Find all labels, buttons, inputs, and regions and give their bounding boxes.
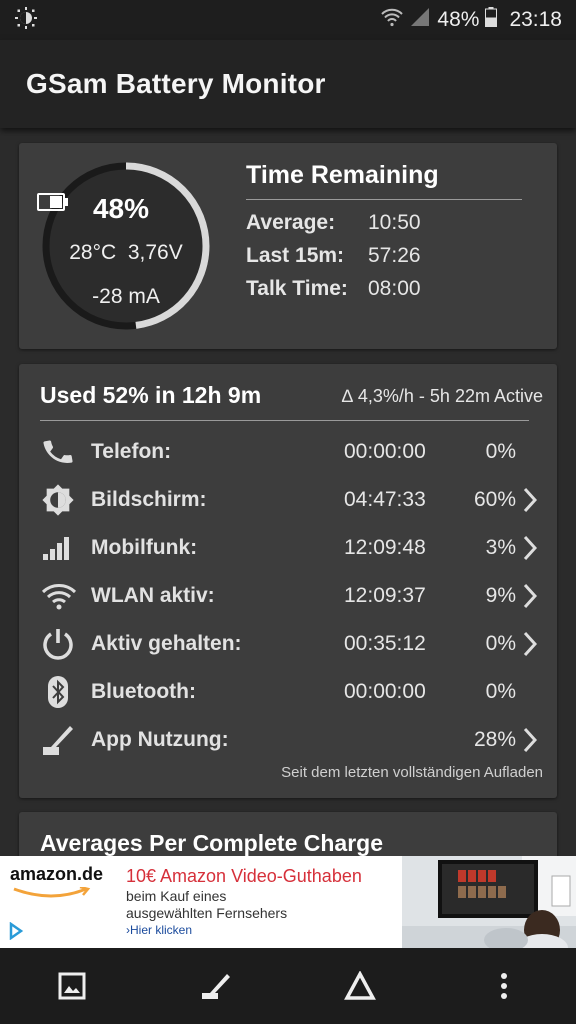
image-icon[interactable] <box>42 956 102 1016</box>
chevron-right-icon[interactable] <box>516 487 544 513</box>
battery-percent: 48% <box>92 193 150 224</box>
time-remaining-label: Last 15m: <box>246 244 345 267</box>
battery-icon <box>485 7 498 33</box>
ad-brand: amazon.de <box>10 864 104 884</box>
divider <box>40 420 529 421</box>
usage-row-app-nutzung[interactable]: App Nutzung: 28% <box>41 716 551 764</box>
ad-banner[interactable]: amazon.de 10€ Amazon Video-Guthaben beim… <box>0 856 576 948</box>
usage-footnote: Seit dem letzten vollständigen Aufladen <box>281 764 543 781</box>
adchoices-icon[interactable] <box>8 921 24 945</box>
averages-title: Averages Per Complete Charge <box>40 830 384 856</box>
usage-label: Bildschirm: <box>91 488 207 511</box>
battery-gauge: 48% 28°C 3,76V -28 mA <box>37 157 215 335</box>
usage-title: Used 52% in 12h 9m <box>40 382 262 408</box>
averages-card[interactable]: Averages Per Complete Charge <box>19 812 557 856</box>
usage-time: 00:35:12 <box>344 632 426 655</box>
usage-percent: 0% <box>485 440 516 463</box>
battery-status-card[interactable]: 48% 28°C 3,76V -28 mA Time Remaining Ave… <box>19 143 557 349</box>
usage-percent: 0% <box>485 680 516 703</box>
amazon-smile-icon <box>12 885 92 904</box>
ad-text-line1: beim Kauf eines <box>126 888 227 904</box>
ad-link[interactable]: ›Hier klicken <box>126 923 192 937</box>
ad-image <box>402 856 576 948</box>
usage-row-wlan[interactable]: WLAN aktiv: 12:09:37 9% <box>41 572 551 620</box>
app-title: GSam Battery Monitor <box>26 68 326 99</box>
usage-time: 04:47:33 <box>344 488 426 511</box>
time-remaining-talk-time: Talk Time: 08:00 <box>246 277 421 301</box>
ad-headline: 10€ Amazon Video-Guthaben <box>126 866 362 886</box>
usage-percent: 0% <box>485 632 516 655</box>
usage-label: Telefon: <box>91 440 172 463</box>
time-remaining-value: 10:50 <box>368 211 421 234</box>
status-battery-percent: 48% <box>437 8 480 31</box>
ad-text-line2: ausgewählten Fernsehers <box>126 905 288 921</box>
usage-row-aktiv-gehalten[interactable]: Aktiv gehalten: 00:35:12 0% <box>41 620 551 668</box>
usage-label: Mobilfunk: <box>91 536 198 559</box>
time-remaining-title: Time Remaining <box>246 161 439 189</box>
usage-time: 12:09:48 <box>344 536 426 559</box>
time-remaining-average: Average: 10:50 <box>246 211 421 235</box>
wifi-icon <box>381 7 404 33</box>
power-icon <box>41 624 91 664</box>
usage-time: 00:00:00 <box>344 440 426 463</box>
main-content[interactable]: 48% 28°C 3,76V -28 mA Time Remaining Ave… <box>0 128 576 856</box>
brightness-icon <box>14 6 38 35</box>
delta-icon[interactable] <box>330 956 390 1016</box>
usage-card: Used 52% in 12h 9m ∆ 4,3%/h - 5h 22m Act… <box>19 364 557 798</box>
status-bar: 48% 23:18 <box>0 0 576 40</box>
app-usage-icon <box>41 720 91 760</box>
chevron-right-icon[interactable] <box>516 583 544 609</box>
usage-row-mobilfunk[interactable]: Mobilfunk: 12:09:48 3% <box>41 524 551 572</box>
usage-time: 12:09:37 <box>344 584 426 607</box>
time-remaining-value: 57:26 <box>368 244 421 267</box>
battery-temperature: 28°C <box>69 241 117 264</box>
usage-row-telefon: Telefon: 00:00:00 0% <box>41 428 551 476</box>
time-remaining-value: 08:00 <box>368 277 421 300</box>
divider <box>246 199 522 200</box>
chevron-right-icon[interactable] <box>516 727 544 753</box>
battery-voltage: 3,76V <box>127 241 183 264</box>
cell-signal-icon <box>41 528 91 568</box>
usage-percent: 60% <box>473 488 516 511</box>
app-bar: GSam Battery Monitor <box>0 40 576 128</box>
bluetooth-icon <box>41 672 91 712</box>
chevron-right-icon[interactable] <box>516 535 544 561</box>
signal-icon <box>409 7 431 33</box>
usage-label: Bluetooth: <box>91 680 196 703</box>
bottom-nav <box>0 948 576 1024</box>
usage-row-bluetooth: Bluetooth: 00:00:00 0% <box>41 668 551 716</box>
wifi-icon <box>41 576 91 616</box>
usage-rate: ∆ 4,3%/h - 5h 22m Active <box>341 386 543 406</box>
usage-label: App Nutzung: <box>91 728 229 751</box>
usage-label: Aktiv gehalten: <box>91 632 242 655</box>
usage-percent: 3% <box>485 536 516 559</box>
time-remaining-label: Talk Time: <box>246 277 348 300</box>
more-vert-icon[interactable] <box>474 956 534 1016</box>
battery-current: -28 mA <box>92 285 160 308</box>
app-usage-icon[interactable] <box>186 956 246 1016</box>
usage-percent: 28% <box>473 728 516 751</box>
usage-percent: 9% <box>485 584 516 607</box>
usage-time: 00:00:00 <box>344 680 426 703</box>
time-remaining-last15m: Last 15m: 57:26 <box>246 244 421 268</box>
status-time: 23:18 <box>509 8 562 31</box>
chevron-right-icon[interactable] <box>516 631 544 657</box>
screen-brightness-icon <box>41 480 91 520</box>
phone-icon <box>41 432 91 472</box>
usage-label: WLAN aktiv: <box>91 584 215 607</box>
time-remaining-label: Average: <box>246 211 336 234</box>
usage-row-bildschirm[interactable]: Bildschirm: 04:47:33 60% <box>41 476 551 524</box>
